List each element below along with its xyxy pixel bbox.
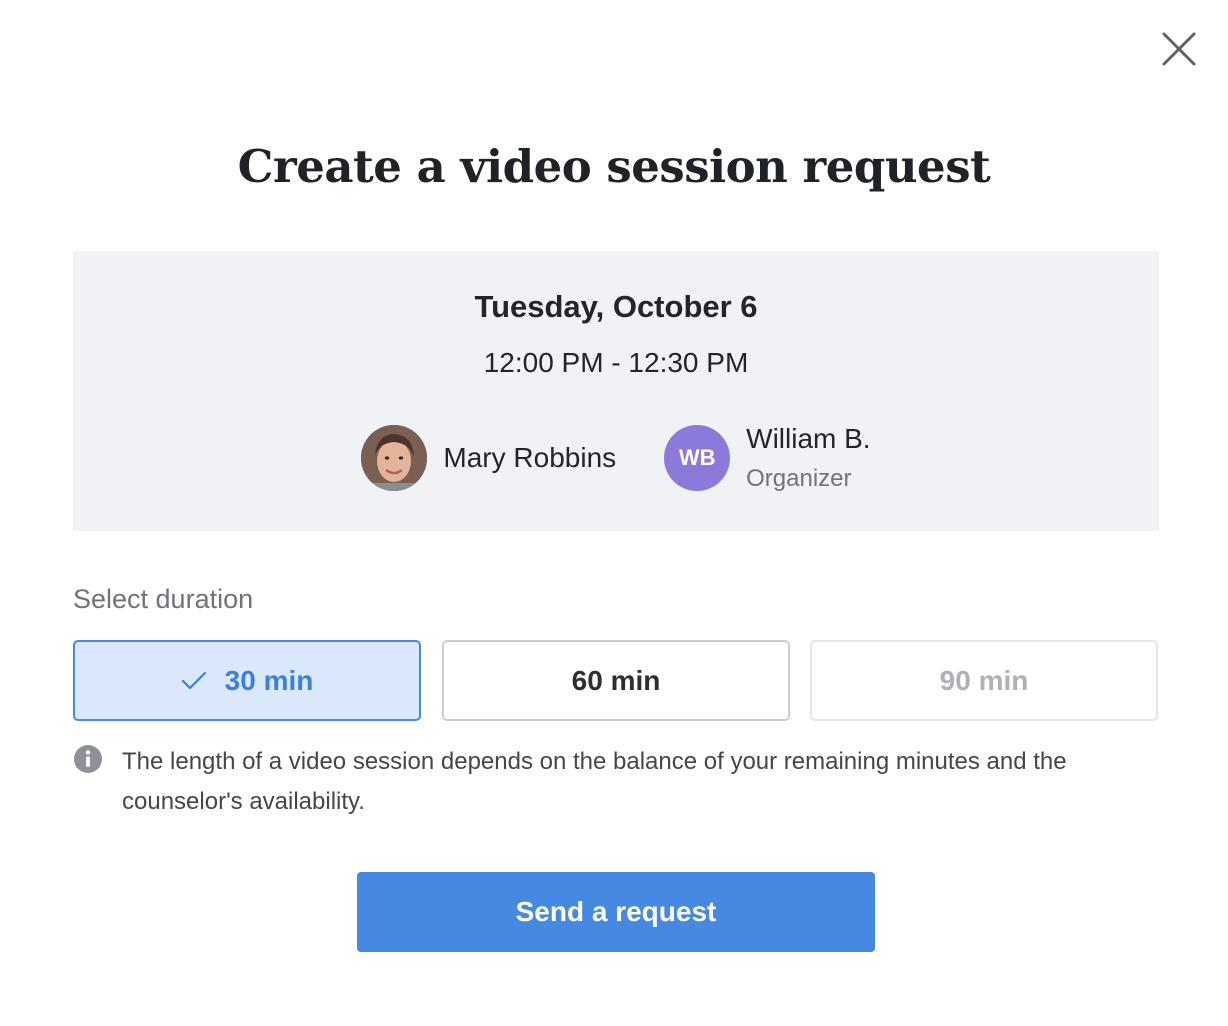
participant-william: WB William B. Organizer [664, 423, 871, 493]
avatar: WB [664, 425, 731, 491]
duration-option-label: 30 min [224, 664, 314, 696]
close-button[interactable] [1158, 28, 1200, 70]
close-icon [1162, 32, 1196, 66]
duration-option-30[interactable]: 30 min [73, 640, 421, 721]
modal-title: Create a video session request [237, 140, 991, 193]
duration-option-label: 90 min [939, 664, 1029, 696]
duration-option-90: 90 min [810, 640, 1158, 721]
duration-option-label: 60 min [571, 664, 661, 696]
session-time: 12:00 PM - 12:30 PM [483, 347, 749, 378]
participant-name: William B. [746, 423, 871, 454]
participant-name: Mary Robbins [443, 442, 617, 473]
duration-label: Select duration [73, 584, 254, 614]
session-date: Tuesday, October 6 [474, 289, 758, 324]
check-icon [181, 671, 207, 691]
duration-options: 30 min 60 min 90 min [73, 640, 1159, 722]
participant-mary: Mary Robbins [361, 425, 616, 491]
session-summary: Tuesday, October 6 12:00 PM - 12:30 PM M… [73, 251, 1159, 531]
participants: Mary Robbins WB William B. Organizer [73, 423, 1159, 493]
send-request-button[interactable]: Send a request [357, 872, 875, 952]
participant-role: Organizer [746, 465, 852, 492]
info-text: The length of a video session depends on… [122, 748, 1067, 815]
avatar [361, 425, 428, 491]
duration-option-60[interactable]: 60 min [442, 640, 790, 721]
info-icon [74, 745, 102, 773]
info-note: The length of a video session depends on… [73, 742, 1159, 822]
video-session-request-modal: Create a video session request Tuesday, … [0, 0, 1228, 1026]
